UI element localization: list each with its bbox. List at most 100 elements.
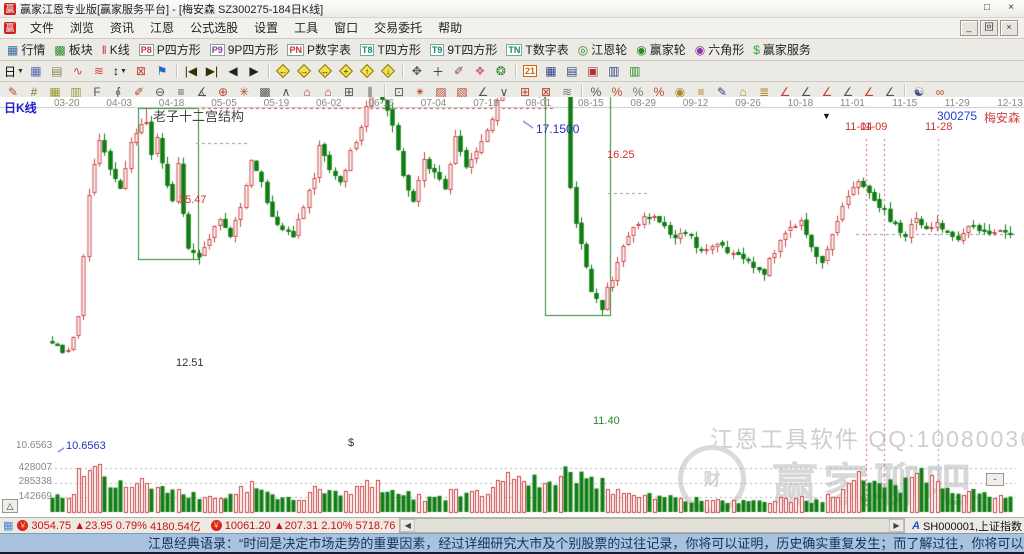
- save-layout-icon[interactable]: ▤: [562, 63, 582, 79]
- date-tick: 07-18: [473, 98, 499, 109]
- winner-service-button[interactable]: $赢家服务: [749, 41, 815, 58]
- status-bar: ▦ ￥ 3054.75 ▲23.95 0.79% 4180.54亿 ￥ 1006…: [0, 517, 1024, 533]
- gann-wheel-button[interactable]: ◎江恩轮: [574, 41, 632, 58]
- expand-h-diamond[interactable]: ↔: [315, 63, 335, 79]
- date-tick: 11-15: [892, 98, 917, 109]
- coordinate-icon[interactable]: ⊠: [131, 63, 151, 79]
- last-page-icon[interactable]: ▶|: [202, 63, 222, 79]
- toolbar-view: 日▼▦▤∿≋↕▼⊠⚑|◀▶|◀▶←→↔+↑↓✥＋✐❖❂21▦▤▣▥▥: [0, 61, 1024, 82]
- hexagon-button[interactable]: ◉六角形: [691, 41, 749, 58]
- period-selector[interactable]: 日▼: [3, 63, 25, 79]
- stock-name: 梅安森: [984, 109, 1020, 126]
- t9-square-button[interactable]: T99T四方形: [426, 41, 502, 58]
- scroll-right-diamond[interactable]: →: [294, 63, 314, 79]
- info-panel-icon[interactable]: ▤: [47, 63, 67, 79]
- sz-index-change: ▲207.31: [274, 520, 319, 532]
- date-tick: 11-01: [840, 98, 865, 109]
- kline-button-label: K线: [110, 41, 130, 58]
- menu-item-6[interactable]: 设置: [246, 19, 286, 38]
- chart-area: 江恩工具软件 QQ:100800360 赢家聊吧 财 日K线 03-2004-0…: [0, 97, 1024, 517]
- timeline-chart-icon[interactable]: ∿: [68, 63, 88, 79]
- box1-top-label: 15.47: [179, 194, 207, 206]
- scrollbar-right-arrow[interactable]: ▶: [889, 519, 904, 532]
- shrink-v-diamond[interactable]: ↓: [378, 63, 398, 79]
- restore-button[interactable]: □: [978, 2, 996, 15]
- p-number-button-icon: PN: [287, 44, 304, 56]
- chip-distribution-icon[interactable]: ❖: [470, 63, 490, 79]
- hand-tool-icon[interactable]: ✥: [407, 63, 427, 79]
- toolbar-separator: [268, 64, 269, 78]
- mdi-minimize-button[interactable]: _: [960, 20, 978, 36]
- period-label[interactable]: 日K线: [4, 99, 37, 116]
- kline-button[interactable]: ‖K线: [98, 41, 134, 58]
- quote-grid-icon[interactable]: ▦: [3, 519, 13, 532]
- sh-index-amount: 4180.54亿: [150, 518, 201, 534]
- app-logo-icon: 赢: [4, 3, 16, 15]
- box2-top-label: 16.25: [607, 149, 635, 161]
- toolbar-separator: [515, 64, 516, 78]
- flag-icon[interactable]: ⚑: [152, 63, 172, 79]
- menu-item-8[interactable]: 窗口: [326, 19, 366, 38]
- date-tick: 05-19: [264, 98, 290, 109]
- menu-item-5[interactable]: 公式选股: [182, 19, 246, 38]
- t9-square-button-label: 9T四方形: [447, 41, 497, 58]
- gann-wheel-button-icon: ◎: [578, 43, 588, 57]
- vline-date-2: 11-09: [860, 121, 887, 133]
- menu-item-4[interactable]: 江恩: [142, 19, 182, 38]
- date-tick: 06-16: [368, 98, 394, 109]
- menu-item-10[interactable]: 帮助: [430, 19, 470, 38]
- menu-item-1[interactable]: 文件: [22, 19, 62, 38]
- p-number-button[interactable]: PNP数字表: [283, 41, 355, 58]
- candle-chart-icon[interactable]: ≋: [89, 63, 109, 79]
- menu-bar: 赢 文件浏览资讯江恩公式选股设置工具窗口交易委托帮助 _回×: [0, 18, 1024, 39]
- fund-flow-icon[interactable]: ❂: [491, 63, 511, 79]
- adjust-price-selector[interactable]: ↕▼: [110, 63, 130, 79]
- scroll-left-diamond[interactable]: ←: [273, 63, 293, 79]
- high-price-annotation: 17.1500: [536, 122, 579, 136]
- winner-wheel-button[interactable]: ◉赢家轮: [632, 41, 690, 58]
- sz-index-value[interactable]: 10061.20: [225, 520, 271, 532]
- layout-icon[interactable]: ▦: [26, 63, 46, 79]
- date-tick: 08-15: [578, 98, 604, 109]
- sh-index-change: ▲23.95: [74, 520, 112, 532]
- menu-item-2[interactable]: 浏览: [62, 19, 102, 38]
- calculator-icon[interactable]: ▦: [541, 63, 561, 79]
- mdi-close-button[interactable]: ×: [1000, 20, 1018, 36]
- date-tick: 09-12: [683, 98, 709, 109]
- date-tick: 06-02: [316, 98, 342, 109]
- scrollbar-left-arrow[interactable]: ◀: [400, 519, 415, 532]
- menu-item-3[interactable]: 资讯: [102, 19, 142, 38]
- save-disk-icon[interactable]: ▣: [583, 63, 603, 79]
- zoom-in-diamond[interactable]: +: [336, 63, 356, 79]
- t-square-button[interactable]: T8T四方形: [356, 41, 425, 58]
- measure-icon[interactable]: ✐: [449, 63, 469, 79]
- menu-item-7[interactable]: 工具: [286, 19, 326, 38]
- sectors-button[interactable]: ▩板块: [50, 41, 96, 58]
- expand-v-diamond[interactable]: ↑: [357, 63, 377, 79]
- expand-pane-button[interactable]: △: [2, 499, 18, 513]
- kline-button-icon: ‖: [102, 43, 107, 57]
- first-page-icon[interactable]: |◀: [181, 63, 201, 79]
- next-icon[interactable]: ▶: [244, 63, 264, 79]
- collapse-volume-button[interactable]: -: [986, 473, 1004, 486]
- date-tick: 03-20: [54, 98, 80, 109]
- current-index-label[interactable]: SH000001,上证指数: [923, 518, 1022, 534]
- sh-index-value[interactable]: 3054.75: [31, 520, 71, 532]
- crosshair-icon[interactable]: ＋: [428, 63, 448, 79]
- menu-item-9[interactable]: 交易委托: [366, 19, 430, 38]
- sectors-button-icon: ▩: [54, 43, 65, 57]
- chart-scrollbar[interactable]: ◀ ▶: [399, 518, 905, 533]
- p9-square-button[interactable]: P99P四方形: [206, 41, 283, 58]
- winner-wheel-button-icon: ◉: [636, 43, 646, 57]
- mdi-restore-button[interactable]: 回: [980, 20, 998, 36]
- p-square-button[interactable]: P8P四方形: [135, 41, 205, 58]
- winner-service-button-label: 赢家服务: [763, 41, 811, 58]
- export-icon[interactable]: ▥: [604, 63, 624, 79]
- quotes-button[interactable]: ▦行情: [3, 41, 49, 58]
- calendar-icon[interactable]: 21: [520, 63, 540, 79]
- t-number-button[interactable]: TNT数字表: [502, 41, 572, 58]
- download-icon[interactable]: ▥: [625, 63, 645, 79]
- prev-icon[interactable]: ◀: [223, 63, 243, 79]
- close-button[interactable]: ×: [1002, 2, 1020, 15]
- candlestick-canvas[interactable]: [0, 97, 1024, 517]
